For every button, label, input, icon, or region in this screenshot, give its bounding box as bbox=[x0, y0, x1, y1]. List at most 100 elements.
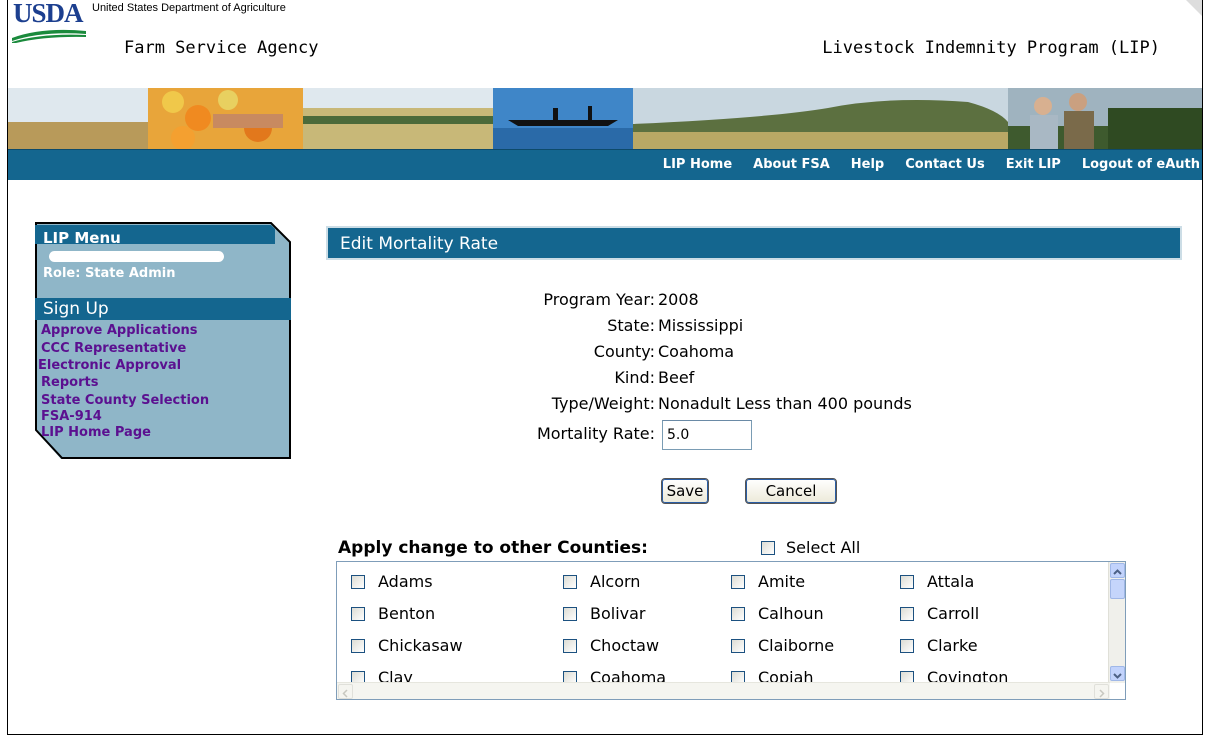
county-label: Attala bbox=[927, 572, 975, 591]
cancel-button[interactable]: Cancel bbox=[745, 478, 837, 504]
county-checkbox[interactable] bbox=[351, 574, 365, 589]
lip-side-menu: LIP Menu Role: State Admin Sign Up Appro… bbox=[35, 222, 291, 459]
scroll-down-button[interactable] bbox=[1110, 666, 1125, 681]
county-checkbox[interactable] bbox=[351, 606, 365, 621]
mortality-rate-input[interactable] bbox=[662, 420, 752, 450]
page-header: USDA United States Department of Agricul… bbox=[8, 0, 1202, 88]
menu-approve-applications[interactable]: Approve Applications bbox=[41, 322, 287, 340]
county-label: Bolivar bbox=[590, 604, 646, 623]
county-item[interactable]: Claiborne bbox=[731, 636, 834, 655]
page-frame: USDA United States Department of Agricul… bbox=[7, 0, 1203, 735]
page-title: Edit Mortality Rate bbox=[340, 234, 499, 254]
menu-fsa-914[interactable]: FSA-914 bbox=[41, 410, 287, 424]
scroll-up-button[interactable] bbox=[1110, 563, 1125, 578]
county-label: Choctaw bbox=[590, 636, 660, 655]
nav-logout[interactable]: Logout of eAuth bbox=[1082, 157, 1200, 172]
county-item[interactable]: Carroll bbox=[900, 604, 979, 623]
header-banner-image bbox=[8, 88, 1202, 149]
field-value: Beef bbox=[658, 368, 695, 387]
county-item[interactable]: Benton bbox=[351, 604, 435, 623]
side-menu-header: LIP Menu bbox=[35, 225, 275, 247]
save-button[interactable]: Save bbox=[661, 478, 709, 504]
county-checkbox[interactable] bbox=[563, 606, 577, 621]
county-checkbox[interactable] bbox=[900, 638, 914, 653]
county-checkbox[interactable] bbox=[731, 574, 745, 589]
field-label: Kind: bbox=[614, 368, 655, 387]
usda-logo-swoosh bbox=[12, 29, 86, 43]
county-checkbox[interactable] bbox=[900, 606, 914, 621]
county-checkbox[interactable] bbox=[900, 574, 914, 589]
menu-electronic-approval[interactable]: Electronic Approval bbox=[38, 358, 287, 374]
county-item[interactable]: Choctaw bbox=[563, 636, 659, 655]
select-all-label: Select All bbox=[786, 538, 861, 557]
field-value: Mississippi bbox=[658, 316, 744, 335]
county-label: Benton bbox=[378, 604, 436, 623]
county-label: Claiborne bbox=[758, 636, 835, 655]
field-label: State: bbox=[607, 316, 655, 335]
county-item[interactable]: Chickasaw bbox=[351, 636, 463, 655]
department-name: United States Department of Agriculture bbox=[92, 2, 286, 14]
chevron-down-icon bbox=[1113, 673, 1122, 679]
county-label: Clarke bbox=[927, 636, 978, 655]
signup-section-header: Sign Up bbox=[35, 298, 291, 320]
nav-contact-us[interactable]: Contact Us bbox=[905, 157, 984, 172]
field-label: Type/Weight: bbox=[551, 394, 655, 413]
county-label: Chickasaw bbox=[378, 636, 463, 655]
county-list-vertical-scrollbar[interactable] bbox=[1108, 562, 1125, 683]
county-label: Alcorn bbox=[590, 572, 641, 591]
county-label: Carroll bbox=[927, 604, 980, 623]
corner-fold bbox=[1186, 0, 1202, 16]
program-title: Livestock Indemnity Program (LIP) bbox=[822, 38, 1160, 58]
county-item[interactable]: Adams bbox=[351, 572, 433, 591]
county-item[interactable]: Clarke bbox=[900, 636, 978, 655]
county-item[interactable]: Bolivar bbox=[563, 604, 646, 623]
county-checkbox[interactable] bbox=[731, 638, 745, 653]
menu-ccc-representative[interactable]: CCC Representative bbox=[41, 340, 287, 358]
user-role: Role: State Admin bbox=[43, 266, 176, 281]
chevron-left-icon bbox=[342, 689, 348, 698]
county-list-box: Adams Alcorn Amite Attala Benton Bolivar… bbox=[336, 561, 1126, 700]
usda-logo-text: USDA bbox=[13, 0, 84, 28]
usda-logo: USDA bbox=[12, 0, 92, 43]
side-menu-title: LIP Menu bbox=[43, 229, 121, 247]
county-item[interactable]: Attala bbox=[900, 572, 974, 591]
agency-name: Farm Service Agency bbox=[124, 38, 319, 58]
redacted-user-name bbox=[49, 251, 224, 262]
county-label: Calhoun bbox=[758, 604, 824, 623]
county-checkbox[interactable] bbox=[563, 574, 577, 589]
scroll-thumb[interactable] bbox=[1110, 579, 1125, 599]
county-checkbox[interactable] bbox=[351, 638, 365, 653]
field-value: 2008 bbox=[658, 290, 699, 309]
top-nav-bar: LIP Home About FSA Help Contact Us Exit … bbox=[8, 149, 1202, 180]
side-menu-links: Approve Applications CCC Representative … bbox=[38, 322, 287, 442]
menu-reports[interactable]: Reports bbox=[41, 374, 287, 392]
nav-exit-lip[interactable]: Exit LIP bbox=[1006, 157, 1061, 172]
content-title-bar: Edit Mortality Rate bbox=[326, 226, 1182, 260]
county-item[interactable]: Calhoun bbox=[731, 604, 824, 623]
chevron-up-icon bbox=[1113, 569, 1122, 575]
select-all-checkbox[interactable] bbox=[761, 540, 775, 555]
nav-help[interactable]: Help bbox=[851, 157, 884, 172]
field-label: County: bbox=[593, 342, 655, 361]
scroll-right-button[interactable] bbox=[1094, 684, 1109, 699]
field-value: Coahoma bbox=[658, 342, 735, 361]
apply-counties-label: Apply change to other Counties: bbox=[338, 538, 648, 558]
nav-lip-home[interactable]: LIP Home bbox=[663, 157, 732, 172]
county-item[interactable]: Amite bbox=[731, 572, 805, 591]
county-label: Amite bbox=[758, 572, 806, 591]
menu-state-county-selection[interactable]: State County Selection bbox=[41, 392, 287, 410]
nav-about-fsa[interactable]: About FSA bbox=[753, 157, 830, 172]
banner-scenery bbox=[8, 88, 1202, 149]
select-all-control[interactable]: Select All bbox=[761, 538, 860, 557]
county-list-horizontal-scrollbar[interactable] bbox=[337, 682, 1110, 699]
chevron-right-icon bbox=[1099, 689, 1105, 698]
top-nav-links: LIP Home About FSA Help Contact Us Exit … bbox=[642, 157, 1202, 172]
field-label: Program Year: bbox=[543, 290, 655, 309]
county-item[interactable]: Alcorn bbox=[563, 572, 640, 591]
scroll-left-button[interactable] bbox=[338, 684, 353, 699]
county-checkbox[interactable] bbox=[563, 638, 577, 653]
county-checkbox[interactable] bbox=[731, 606, 745, 621]
county-label: Adams bbox=[378, 572, 433, 591]
mortality-rate-label: Mortality Rate: bbox=[536, 424, 655, 443]
menu-lip-home-page[interactable]: LIP Home Page bbox=[41, 424, 287, 442]
